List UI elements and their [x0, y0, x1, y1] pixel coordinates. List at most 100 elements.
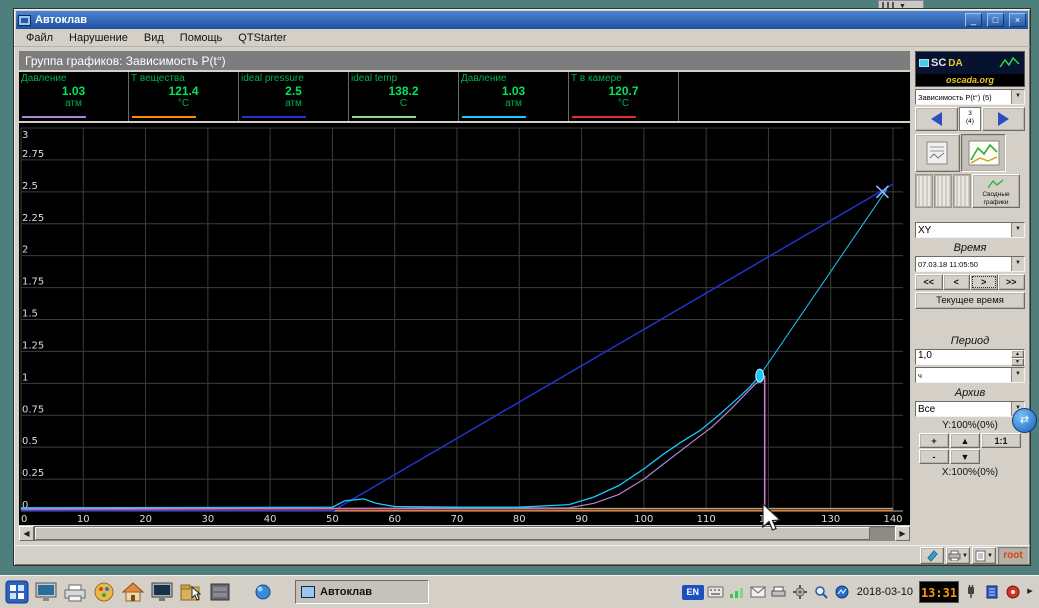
param-unit: атм — [461, 98, 566, 116]
oscada-tray-icon[interactable] — [833, 584, 851, 600]
export-button[interactable]: ▼ — [972, 547, 996, 564]
tray-date[interactable]: 2018-03-10 — [854, 586, 916, 598]
screenshot-magnifier-icon[interactable] — [812, 584, 830, 600]
palette-icon — [93, 581, 115, 603]
system-monitor-icon[interactable] — [728, 584, 746, 600]
time-value: 07.03.18 11:05:50 — [916, 260, 1011, 269]
current-user-badge[interactable]: root — [998, 547, 1028, 564]
keyboard-icon[interactable] — [707, 584, 725, 600]
home-folder-launcher[interactable] — [120, 579, 146, 605]
menu-file[interactable]: Файл — [18, 30, 61, 46]
document-view-button[interactable] — [915, 134, 960, 172]
minimize-button[interactable]: _ — [965, 13, 982, 27]
scroll-left-button[interactable]: ◀ — [19, 526, 34, 541]
alert-tray-icon[interactable] — [1004, 584, 1022, 600]
chevron-down-icon: ▼ — [962, 553, 968, 559]
menu-help[interactable]: Помощь — [172, 30, 231, 46]
power-plug-icon[interactable] — [962, 584, 980, 600]
close-button[interactable]: × — [1009, 13, 1026, 27]
spin-down-button[interactable]: ▼ — [1011, 358, 1024, 366]
pan-up-button[interactable]: ▲ — [950, 433, 980, 448]
param-panel: Т в камере 120.7 °C — [569, 72, 679, 121]
printer-icon — [63, 582, 87, 602]
zoom-in-button[interactable]: + — [919, 433, 949, 448]
pan-down-button[interactable]: ▼ — [950, 449, 980, 464]
menu-violation[interactable]: Нарушение — [61, 30, 136, 46]
param-value: 1.03 — [21, 84, 126, 98]
svg-text:60: 60 — [388, 514, 401, 525]
archive-section-label: Архив — [915, 387, 1025, 399]
page-total: (4) — [960, 118, 980, 126]
prev-page-button[interactable] — [915, 107, 958, 131]
param-value: 1.03 — [461, 84, 566, 98]
zoom-out-button[interactable]: - — [919, 449, 949, 464]
param-label: Давление — [21, 73, 126, 84]
window-titlebar[interactable]: Автоклав _ □ × — [16, 11, 1028, 29]
alarm-quittance-button[interactable] — [920, 547, 944, 564]
clipboard-widget-icon[interactable]: ⇄ — [1012, 408, 1037, 433]
period-spinner[interactable]: 1,0 ▲ ▼ — [915, 349, 1025, 365]
time-first-button[interactable]: << — [915, 274, 943, 290]
archive-launcher[interactable] — [207, 579, 233, 605]
scroll-right-button[interactable]: ▶ — [895, 526, 910, 541]
blue-doc-tray-icon[interactable] — [983, 584, 1001, 600]
tray-clock[interactable]: 13:31 — [919, 581, 959, 603]
list-tool-button-3[interactable] — [953, 174, 971, 208]
svg-text:2.5: 2.5 — [22, 181, 38, 192]
desktop: ▼ Автоклав _ □ × Файл Нарушение Вид Помо… — [0, 0, 1039, 608]
settings-gear-icon[interactable] — [791, 584, 809, 600]
monitor-icon — [34, 581, 58, 603]
file-manager-launcher[interactable] — [178, 579, 204, 605]
trend-view-button[interactable] — [961, 134, 1006, 172]
param-label: Т вещества — [131, 73, 236, 84]
print-button[interactable]: ▼ — [946, 547, 970, 564]
scrollbar-thumb[interactable] — [35, 527, 870, 540]
time-select[interactable]: 07.03.18 11:05:50 ▼ — [915, 256, 1025, 272]
time-next-button[interactable]: > — [970, 274, 998, 290]
print-queue-icon[interactable] — [770, 584, 788, 600]
archive-select[interactable]: Все ▼ — [915, 401, 1025, 417]
trend-plot[interactable]: 00.250.50.7511.251.51.7522.252.52.753010… — [19, 123, 905, 525]
param-value: 120.7 — [571, 84, 676, 98]
mail-icon[interactable] — [749, 584, 767, 600]
one-to-one-button[interactable]: 1:1 — [981, 433, 1021, 448]
menu-view[interactable]: Вид — [136, 30, 172, 46]
printer-launcher[interactable] — [62, 579, 88, 605]
svg-text:90: 90 — [575, 514, 588, 525]
summary-graphs-button[interactable]: Сводные графики — [972, 174, 1020, 208]
window-statusbar: ▼ ▼ root — [14, 545, 1030, 565]
trend-group-select[interactable]: Зависимость P(t°) (5) ▼ — [915, 89, 1025, 105]
next-page-button[interactable] — [982, 107, 1025, 131]
terminal-launcher[interactable] — [149, 579, 175, 605]
svg-text:130: 130 — [821, 514, 840, 525]
chevron-down-icon: ▼ — [1011, 368, 1024, 382]
param-value: 138.2 — [351, 84, 456, 98]
qtstarter-launcher[interactable] — [250, 579, 276, 605]
time-last-button[interactable]: >> — [998, 274, 1026, 290]
paint-launcher[interactable] — [91, 579, 117, 605]
maximize-button[interactable]: □ — [987, 13, 1004, 27]
trend-plot-area[interactable]: 00.250.50.7511.251.51.7522.252.52.753010… — [19, 123, 910, 525]
panel-hide-arrow[interactable]: ▶ — [1025, 581, 1035, 603]
show-desktop-button[interactable] — [33, 579, 59, 605]
menu-qtstarter[interactable]: QTStarter — [230, 30, 294, 46]
chevron-down-icon: ▼ — [1011, 90, 1024, 104]
current-time-button[interactable]: Текущее время — [915, 292, 1025, 309]
start-menu-button[interactable] — [4, 579, 30, 605]
logo-text-sc: SC — [931, 57, 946, 69]
trend-wave-icon — [999, 56, 1021, 70]
period-unit-select[interactable]: ч ▼ — [915, 367, 1025, 383]
taskbar-app-autoclave[interactable]: Автоклав — [295, 580, 429, 604]
param-series-color — [352, 116, 416, 118]
list-tool-button-1[interactable] — [915, 174, 933, 208]
list-tool-button-2[interactable] — [934, 174, 952, 208]
param-series-color — [242, 116, 306, 118]
param-panel: ideal pressure 2.5 атм — [239, 72, 349, 121]
spin-up-button[interactable]: ▲ — [1011, 350, 1024, 358]
period-unit-value: ч — [916, 371, 1011, 380]
keyboard-layout-badge[interactable]: EN — [682, 585, 704, 600]
axis-mode-select[interactable]: XY ▼ — [915, 222, 1025, 238]
time-prev-button[interactable]: < — [943, 274, 971, 290]
chevron-down-icon: ▼ — [1011, 257, 1024, 271]
triangle-left-icon — [931, 112, 942, 126]
